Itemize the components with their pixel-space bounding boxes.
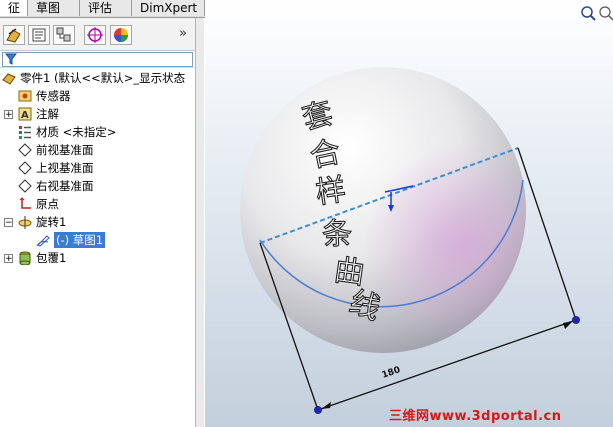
tree-item-label: 材质 <未指定> <box>36 125 117 139</box>
tree-item-label: 前视基准面 <box>36 143 94 157</box>
tree-item-label: 原点 <box>36 197 59 211</box>
property-manager-icon <box>32 28 46 42</box>
tab-sketch[interactable]: 草图 <box>28 0 80 16</box>
zoom-to-fit-icon[interactable] <box>579 4 597 22</box>
panel-splitter[interactable] <box>196 18 204 427</box>
feature-manager-tab[interactable] <box>3 25 25 45</box>
display-manager-icon <box>114 28 128 42</box>
tree-item-label: 包覆1 <box>36 251 67 265</box>
expand-toggle[interactable]: + <box>4 254 13 264</box>
plane-icon <box>18 179 32 193</box>
site-watermark: 三维网www.3dportal.cn <box>389 409 562 424</box>
feature-manager-icon <box>6 28 21 43</box>
plane-icon <box>18 161 32 175</box>
graphics-viewport[interactable]: 180 套 合 样 条 曲 线 三维网www.3dportal.cn <box>205 0 613 427</box>
tree-root-label: 零件1 (默认<<默认>_显示状态 <box>20 71 186 85</box>
svg-text:A: A <box>21 110 29 121</box>
tree-item-label: 上视基准面 <box>36 161 94 175</box>
tab-features[interactable]: 征 <box>0 0 28 16</box>
wrap-icon <box>19 251 31 265</box>
tree-item-wrap[interactable]: + 包覆1 <box>4 249 184 267</box>
part-icon <box>2 73 16 85</box>
model-canvas: 180 套 合 样 条 曲 线 <box>240 67 580 414</box>
display-manager-tab[interactable] <box>110 25 132 45</box>
feature-manager-panel: » 零件1 (默认<<默认>_显示状态 传感器 + A 注解 材质 <未指定> … <box>0 18 196 427</box>
sensor-icon <box>18 90 32 102</box>
engraved-char: 条 <box>322 216 353 252</box>
expand-toggle[interactable]: + <box>4 110 13 120</box>
collapse-toggle[interactable]: − <box>4 218 13 228</box>
filter-icon <box>5 53 17 65</box>
tree-item-annotations[interactable]: + A 注解 <box>4 105 184 123</box>
zoom-area-icon[interactable] <box>597 4 613 22</box>
dimension-value[interactable]: 180 <box>381 365 402 381</box>
tab-dimxpert[interactable]: DimXpert <box>132 0 205 16</box>
sketch-icon <box>36 235 50 247</box>
origin-icon <box>19 197 31 209</box>
engraved-char: 样 <box>313 172 348 211</box>
dimxpert-manager-icon <box>87 27 103 43</box>
revolve-icon <box>18 216 32 229</box>
configuration-manager-tab[interactable] <box>53 25 75 45</box>
tree-item-label: (-) 草图1 <box>54 232 106 248</box>
command-tabs: 征 草图 评估 DimXpert <box>0 0 205 18</box>
tree-item-label: 传感器 <box>36 89 71 103</box>
manager-icon-bar: » <box>0 18 195 51</box>
tree-item-label: 旋转1 <box>36 215 67 229</box>
dimxpert-manager-tab[interactable] <box>84 25 106 45</box>
plane-icon <box>18 143 32 157</box>
expand-panel-button[interactable]: » <box>179 26 187 41</box>
property-manager-tab[interactable] <box>28 25 50 45</box>
tree-item-label: 右视基准面 <box>36 179 94 193</box>
configuration-manager-icon <box>56 27 71 42</box>
filter-row <box>0 51 195 68</box>
material-icon <box>19 126 31 139</box>
tree-item-label: 注解 <box>36 107 59 121</box>
annotation-icon: A <box>18 107 32 121</box>
tree-filter-input[interactable] <box>2 52 193 67</box>
tree-item-revolve[interactable]: − 旋转1 <box>4 213 184 231</box>
tab-evaluate[interactable]: 评估 <box>80 0 132 16</box>
